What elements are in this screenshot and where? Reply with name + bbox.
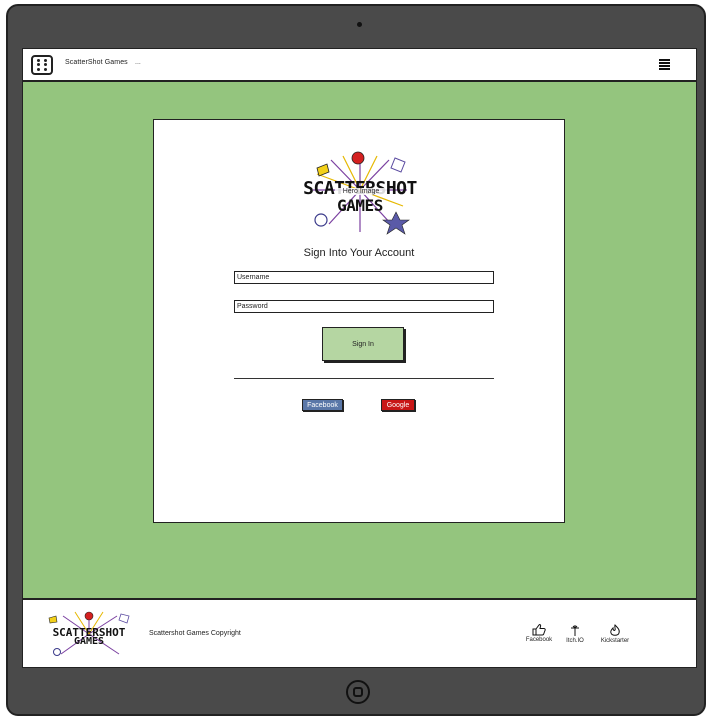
camera-dot [357, 22, 362, 27]
footer-facebook-label: Facebook [525, 637, 553, 643]
hero-image: SCATTERSHOT GAMES Hero Image [301, 150, 419, 236]
hero-image-label: Hero Image [335, 188, 387, 195]
nav-extra-text: ... [135, 59, 141, 66]
hero-title-line2: GAMES [337, 196, 383, 215]
home-button[interactable] [346, 680, 370, 704]
copyright-text: Scattershot Games Copyright [149, 630, 241, 637]
footer-itchio-link[interactable]: Itch.IO [563, 624, 587, 644]
footer-logo-line2: GAMES [73, 636, 105, 647]
footer-kickstarter-label: Kickstarter [600, 638, 630, 644]
footer-itchio-label: Itch.IO [566, 638, 584, 644]
footer-kickstarter-link[interactable]: Kickstarter [597, 624, 633, 644]
main-content: SCATTERSHOT GAMES Hero Image Sign Into Y… [23, 82, 696, 600]
password-input[interactable]: Password [234, 300, 494, 313]
nav-brand-link[interactable]: ScatterShot Games [65, 59, 128, 66]
dice-logo-icon[interactable] [31, 55, 53, 75]
top-navbar: ScatterShot Games ... [23, 49, 696, 82]
flame-icon [610, 624, 620, 636]
divider [234, 378, 494, 379]
sign-in-button[interactable]: Sign In [322, 327, 404, 361]
form-title: Sign Into Your Account [303, 247, 415, 259]
google-login-button[interactable]: Google [381, 399, 415, 411]
screen: ScatterShot Games ... GAMES Hero Image S… [22, 48, 697, 668]
sword-icon [571, 625, 579, 636]
footer-logo[interactable]: SCATTERSHOT GAMES [39, 610, 139, 658]
facebook-login-button[interactable]: Facebook [302, 399, 343, 411]
signin-card: SCATTERSHOT GAMES Hero Image Sign Into Y… [153, 119, 565, 523]
footer-facebook-link[interactable]: Facebook [523, 624, 555, 643]
tablet-frame: ScatterShot Games ... GAMES Hero Image S… [6, 4, 706, 716]
footer: SCATTERSHOT GAMES Scattershot Games Copy… [23, 600, 696, 667]
thumbs-up-icon [532, 624, 546, 636]
hamburger-menu-icon[interactable] [659, 59, 670, 70]
username-input[interactable]: Username [234, 271, 494, 284]
